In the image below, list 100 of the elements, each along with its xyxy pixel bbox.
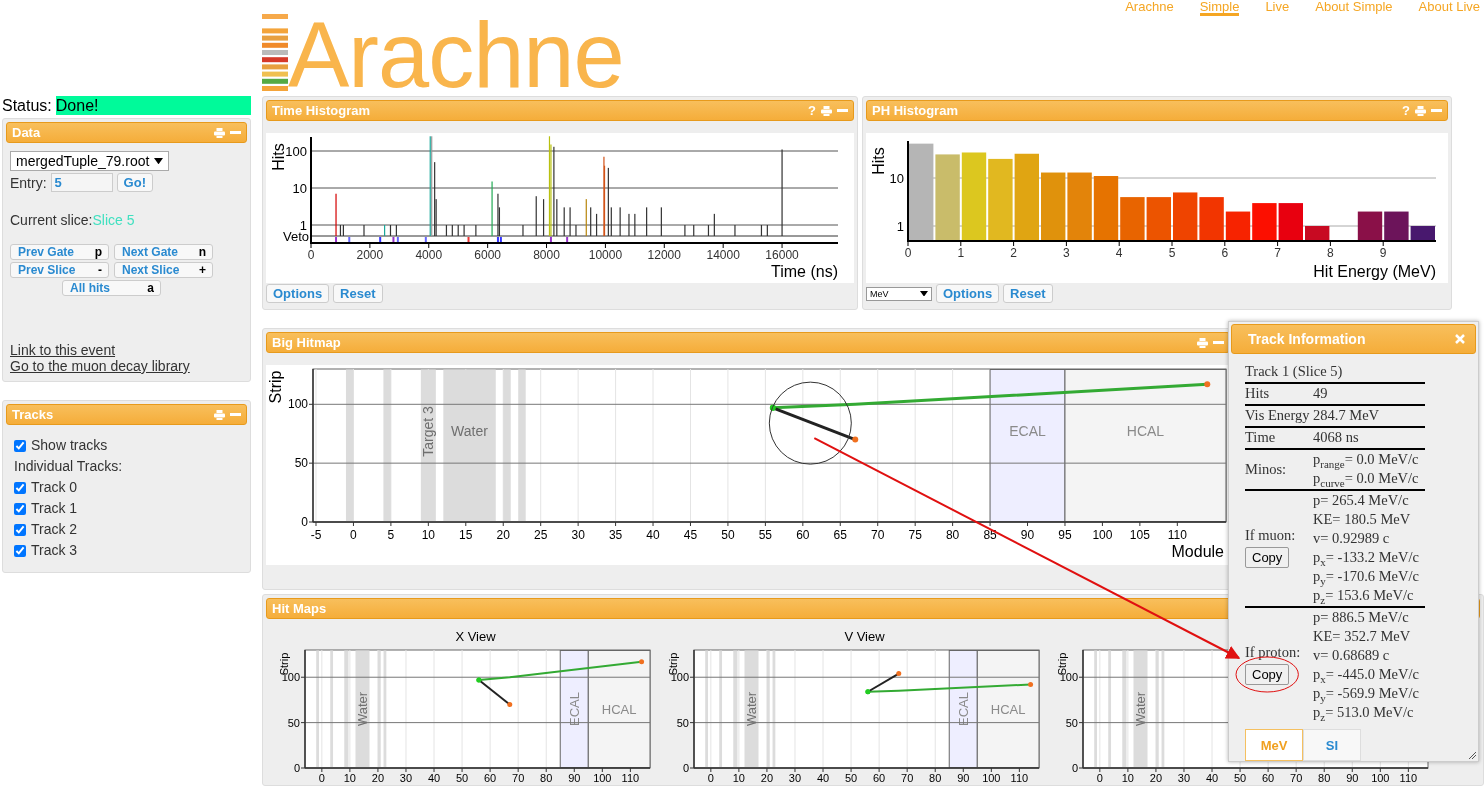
tick-label: 25: [534, 528, 548, 542]
tick-label: 10000: [588, 248, 623, 262]
region-label: Water: [355, 691, 371, 727]
tick-label: 30: [788, 772, 802, 784]
info-value: p= 886.5 MeV/c: [1313, 608, 1410, 627]
entry-field[interactable]: 5: [50, 173, 113, 192]
tick-label: 80: [929, 772, 942, 784]
tick-label: 60: [873, 772, 886, 784]
tick-label: 10: [732, 772, 745, 784]
info-label: If muon:: [1245, 526, 1297, 545]
tick-label: 2000: [356, 248, 384, 262]
region-label: ECAL: [955, 692, 971, 726]
nav-link[interactable]: Live: [1265, 0, 1290, 16]
nav-link[interactable]: About Simple: [1315, 0, 1393, 16]
panel-title: Hit Maps: [272, 601, 327, 616]
tick-label: 0: [1096, 772, 1103, 784]
section-label: Individual Tracks:: [14, 457, 124, 476]
info-value: p$_{curve}$= 0.0 MeV/c: [1313, 470, 1420, 488]
chart-button[interactable]: Options: [936, 284, 1000, 303]
tick-label: 110: [1399, 772, 1418, 784]
panel-title: Big Hitmap: [272, 335, 341, 350]
tick-label: 8: [1327, 246, 1334, 260]
tick-label: 0: [350, 528, 357, 542]
help-button[interactable]: ?: [1402, 103, 1410, 118]
help-button[interactable]: ?: [808, 103, 816, 118]
tick-label: 50: [676, 716, 689, 729]
tick-label: 4: [1115, 246, 1123, 260]
copy-button[interactable]: Copy: [1245, 664, 1290, 685]
tick-label: 100: [287, 397, 308, 412]
info-heading: Track 1 (Slice 5): [1245, 362, 1425, 383]
region-label: HCAL: [1126, 423, 1165, 440]
file-dropdown[interactable]: mergedTuple_79.root: [10, 151, 169, 171]
region-label: Water: [451, 423, 488, 440]
link[interactable]: Link to this event: [10, 342, 116, 358]
unit-dropdown[interactable]: MeV: [866, 286, 932, 301]
tick-label: 3: [1063, 246, 1070, 260]
nav-link[interactable]: About Live: [1418, 0, 1480, 16]
tick-label: 80: [1318, 772, 1331, 784]
tick-label: 1: [957, 246, 965, 260]
tick-label: 10: [421, 528, 435, 542]
axis-label: Hits: [270, 143, 287, 171]
info-value: v= 0.68689 c: [1313, 646, 1391, 665]
tick-label: 40: [816, 772, 830, 784]
info-value: p$_{y}$= -170.6 MeV/c: [1313, 567, 1420, 586]
tick-label: 80: [540, 772, 553, 784]
tick-label: 50: [455, 772, 469, 784]
tick-label: 10: [292, 181, 307, 196]
tick-label: 15: [459, 528, 473, 542]
axis-label: Strip: [267, 370, 284, 404]
nav-link[interactable]: Arachne: [1125, 0, 1174, 16]
navigation-button[interactable]: Prev Slice -: [10, 262, 109, 278]
link[interactable]: Go to the muon decay library: [10, 358, 190, 374]
tick-label: 50: [1233, 772, 1247, 784]
dialog-title: Track Information: [1248, 331, 1366, 347]
navigation-button[interactable]: Next Gate n: [114, 244, 213, 260]
chart-button[interactable]: Options: [266, 284, 330, 303]
axis-label: Strip: [278, 652, 290, 676]
navigation-button[interactable]: Next Slice +: [114, 262, 213, 278]
checkbox-label: Track 1: [31, 499, 78, 518]
info-label: Vis Energy: [1245, 405, 1313, 427]
info-label: Minos:: [1245, 459, 1288, 479]
info-value: 4068 ns: [1313, 427, 1425, 449]
tick-label: 50: [721, 528, 735, 542]
tick-label: 0: [307, 248, 315, 262]
tick-label: 60: [1262, 772, 1275, 784]
tick-label: 0: [318, 772, 325, 784]
unit-toggle[interactable]: SI: [1303, 729, 1361, 761]
go-button[interactable]: Go!: [116, 173, 153, 192]
tick-label: 85: [983, 528, 997, 542]
tick-label: 0: [682, 762, 689, 774]
copy-button[interactable]: Copy: [1245, 547, 1290, 568]
tick-label: 100: [1092, 528, 1113, 542]
chart-button[interactable]: Reset: [333, 284, 383, 303]
info-label: If proton:: [1245, 643, 1302, 662]
tick-label: 50: [287, 716, 300, 729]
region-label: HCAL: [990, 701, 1026, 717]
tick-label: 20: [1149, 772, 1163, 784]
tick-label: 20: [496, 528, 510, 542]
tick-label: 16000: [765, 248, 799, 262]
axis-label: Module: [1171, 543, 1224, 560]
tick-label: 40: [1205, 772, 1219, 784]
chart-title: X View: [454, 629, 496, 645]
panel-title: Tracks: [12, 407, 54, 422]
tick-label: 105: [1129, 528, 1150, 542]
unit-toggle[interactable]: MeV: [1245, 729, 1303, 761]
nav-link[interactable]: Simple: [1199, 0, 1240, 16]
axis-label: Time (ns): [771, 263, 838, 280]
info-value: KE= 180.5 MeV: [1313, 510, 1412, 529]
tick-label: 110: [621, 772, 640, 784]
info-value: KE= 352.7 MeV: [1313, 627, 1412, 646]
tick-label: 60: [796, 528, 810, 542]
tick-label: 10: [1121, 772, 1134, 784]
tick-label: 30: [399, 772, 413, 784]
navigation-button[interactable]: Prev Gate p: [10, 244, 109, 260]
tick-label: 55: [758, 528, 773, 542]
logo: Arachne: [288, 14, 624, 96]
tick-label: 65: [833, 528, 847, 542]
tick-label: 100: [285, 144, 307, 159]
navigation-button[interactable]: All hits a: [62, 280, 161, 296]
chart-button[interactable]: Reset: [1003, 284, 1053, 303]
